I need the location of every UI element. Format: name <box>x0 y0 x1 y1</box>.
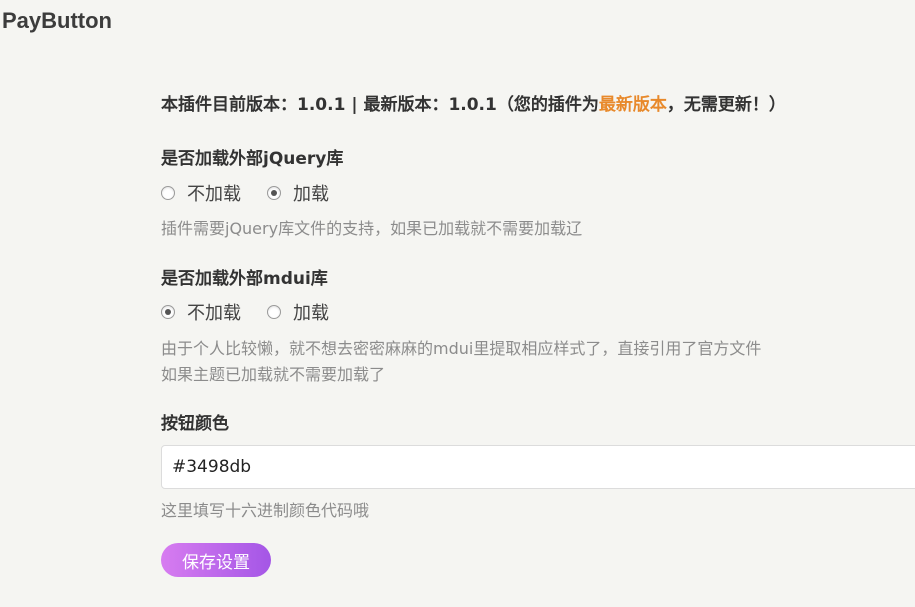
version-notice: 本插件目前版本：1.0.1 | 最新版本：1.0.1（您的插件为最新版本，无需更… <box>161 90 786 115</box>
jquery-radio-group: 不加载 加载 <box>161 180 355 206</box>
save-settings-button[interactable]: 保存设置 <box>161 543 271 577</box>
radio-unchecked-icon[interactable] <box>267 305 281 319</box>
mdui-description-line1: 由于个人比较懒，就不想去密密麻麻的mdui里提取相应样式了，直接引用了官方文件 <box>161 339 762 358</box>
mdui-field-title: 是否加载外部mdui库 <box>161 269 328 289</box>
version-highlight: 最新版本 <box>598 95 667 115</box>
mdui-option-no[interactable]: 不加载 <box>161 299 241 325</box>
jquery-field-title: 是否加载外部jQuery库 <box>161 149 344 169</box>
button-color-input[interactable] <box>161 445 915 489</box>
jquery-option-no-label: 不加载 <box>187 184 241 205</box>
jquery-option-yes[interactable]: 加载 <box>267 180 329 206</box>
button-color-field-title: 按钮颜色 <box>161 414 229 434</box>
mdui-option-yes[interactable]: 加载 <box>267 299 329 325</box>
page-title: PayButton <box>2 8 112 33</box>
jquery-option-no[interactable]: 不加载 <box>161 180 241 206</box>
version-suffix: ，无需更新！） <box>666 95 786 115</box>
mdui-option-yes-label: 加载 <box>293 303 329 324</box>
jquery-description: 插件需要jQuery库文件的支持，如果已加载就不需要加载辽 <box>161 219 583 238</box>
mdui-radio-group: 不加载 加载 <box>161 299 355 325</box>
radio-unchecked-icon[interactable] <box>161 186 175 200</box>
mdui-option-no-label: 不加载 <box>187 303 241 324</box>
mdui-description-line2: 如果主题已加载就不需要加载了 <box>161 365 386 384</box>
version-prefix: 本插件目前版本：1.0.1 | 最新版本：1.0.1（您的插件为 <box>161 95 599 115</box>
jquery-option-yes-label: 加载 <box>293 184 329 205</box>
radio-checked-icon[interactable] <box>161 305 175 319</box>
button-color-description: 这里填写十六进制颜色代码哦 <box>161 501 370 520</box>
mdui-description: 由于个人比较懒，就不想去密密麻麻的mdui里提取相应样式了，直接引用了官方文件 … <box>161 336 761 388</box>
radio-checked-icon[interactable] <box>267 186 281 200</box>
